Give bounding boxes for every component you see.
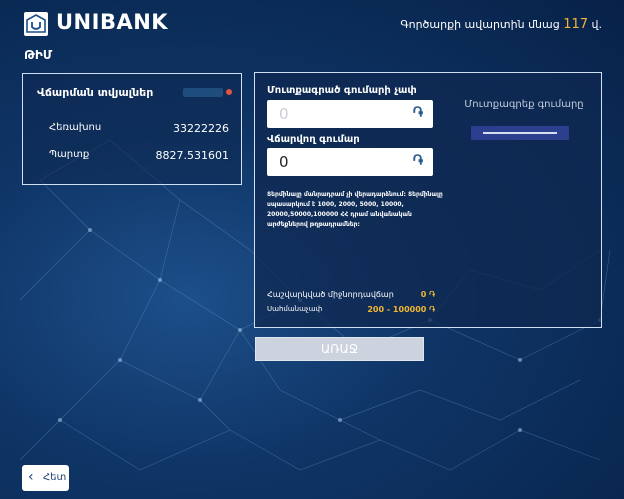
limit-label: Սահմանաչափ	[267, 305, 323, 313]
payable-amount-field[interactable]: 0 ֏	[267, 148, 433, 176]
payable-amount-value: 0	[279, 153, 289, 171]
cash-slot-indicator	[471, 126, 569, 140]
payment-details-panel: Վճարման տվյալներ Հեռախոս 33222226 Պարտք …	[22, 73, 242, 185]
inserted-amount-label: Մուտքագրած գումարի չափ	[267, 85, 417, 96]
dram-icon: ֏	[412, 105, 423, 121]
detail-value: 8827.531601	[155, 149, 229, 162]
provider-badge	[183, 88, 223, 97]
limit-value: 200 - 100000 ֏	[367, 305, 435, 314]
detail-row-debt: Պարտք 8827.531601	[49, 149, 229, 162]
payable-amount-label: Վճարվող գումար	[267, 134, 360, 145]
payment-details-title: Վճարման տվյալներ	[37, 86, 154, 99]
insert-money-title: Մուտքագրեք գումարը	[464, 99, 584, 110]
commission-value: 0 ֏	[420, 290, 435, 299]
back-button[interactable]: ‹ Հետ	[22, 465, 69, 491]
session-timer-count: 117	[563, 17, 589, 32]
session-timer: Գործարքի ավարտին մնաց 117 վ.	[400, 17, 602, 32]
header: UNIBANK Գործարքի ավարտին մնաց 117 վ.	[0, 0, 624, 48]
detail-label: Հեռախոս	[49, 122, 102, 133]
status-dot	[226, 89, 232, 95]
commission-row: Հաշվարկված միջնորդավճար 0 ֏	[267, 290, 435, 300]
back-button-label: Հետ	[43, 472, 67, 483]
dram-icon: ֏	[412, 153, 423, 169]
next-button[interactable]: ԱՌԱՋ	[255, 337, 424, 361]
commission-label: Հաշվարկված միջնորդավճար	[267, 290, 394, 299]
bank-logo-icon	[24, 12, 48, 36]
payment-form-panel: Մուտքագրած գումարի չափ 0 ֏ Վճարվող գումա…	[254, 72, 602, 328]
inserted-amount-field[interactable]: 0 ֏	[267, 100, 433, 128]
brand-name: UNIBANK	[56, 10, 169, 34]
terminal-note: Տերմինալը մանրադրամ չի վերադարձնում: Տեր…	[267, 191, 443, 228]
session-timer-label: Գործարքի ավարտին մնաց	[400, 18, 560, 31]
limit-row: Սահմանաչափ 200 - 100000 ֏	[267, 305, 435, 315]
chevron-left-icon: ‹	[28, 469, 34, 485]
page-title: ԹԻՄ	[24, 48, 53, 62]
detail-row-phone: Հեռախոս 33222226	[49, 122, 229, 135]
detail-value: 33222226	[173, 122, 229, 135]
session-timer-unit: վ.	[591, 18, 602, 31]
inserted-amount-value: 0	[279, 105, 289, 123]
detail-label: Պարտք	[49, 149, 90, 160]
